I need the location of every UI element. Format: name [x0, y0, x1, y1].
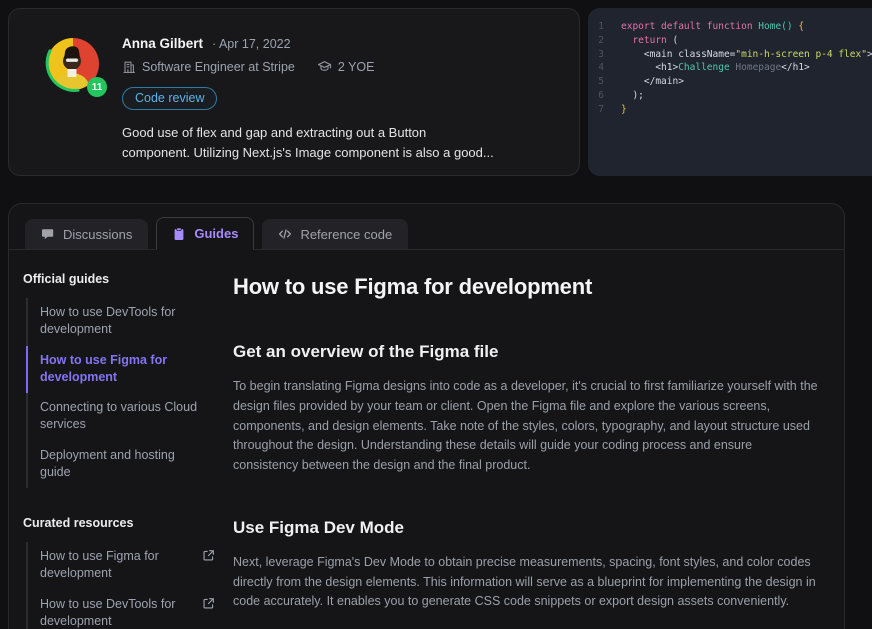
sidebar-list: How to use Figma for development How to … — [26, 542, 215, 629]
guide-link-label: How to use DevTools for development — [40, 304, 198, 339]
guide-link-label: How to use Figma for development — [40, 352, 198, 387]
tab-bar: Discussions Guides Reference code — [9, 204, 844, 250]
sidebar-list: How to use DevTools for development How … — [26, 298, 215, 488]
code-text: export default function Home() { — [621, 20, 804, 34]
comment-body: Good use of flex and gap and extracting … — [122, 123, 559, 163]
code-line: 5 </main> — [588, 75, 864, 89]
tab-label: Discussions — [63, 227, 132, 242]
line-number: 6 — [588, 89, 604, 103]
author-name[interactable]: Anna Gilbert — [122, 36, 203, 51]
code-review-tag[interactable]: Code review — [122, 87, 217, 110]
guide-link-deployment-and-hosting-guide[interactable]: Deployment and hosting guide — [26, 441, 215, 489]
guide-link-connecting-to-various-cloud-services[interactable]: Connecting to various Cloud services — [26, 393, 215, 441]
code-line: 2 return ( — [588, 34, 864, 48]
guide-link-how-to-use-devtools-for-development[interactable]: How to use DevTools for development — [26, 590, 215, 629]
guide-link-how-to-use-figma-for-development[interactable]: How to use Figma for development — [26, 346, 215, 394]
article: How to use Figma for development Get an … — [215, 272, 820, 629]
tab-label: Reference code — [300, 227, 392, 242]
chat-icon — [41, 227, 55, 241]
section-body: To begin translating Figma designs into … — [233, 377, 820, 476]
line-number: 5 — [588, 75, 604, 89]
code-text: return ( — [621, 34, 678, 48]
code-icon — [278, 227, 292, 241]
sidebar-section: Official guides How to use DevTools for … — [23, 272, 215, 488]
sidebar-section: Curated resources How to use Figma for d… — [23, 516, 215, 629]
sidebar-section-heading: Curated resources — [23, 516, 215, 530]
tab-reference-code[interactable]: Reference code — [262, 219, 408, 249]
code-line: 4 <h1>Challenge Homepage</h1> — [588, 61, 864, 75]
sidebar-section-heading: Official guides — [23, 272, 215, 286]
author-role: Software Engineer at Stripe — [142, 60, 295, 74]
comment-card: 11 Anna Gilbert · Apr 17, 2022 Software … — [8, 8, 580, 176]
external-link-icon — [202, 597, 215, 629]
article-section: Get an overview of the Figma file To beg… — [233, 342, 820, 476]
article-section: Use Figma Dev Mode Next, leverage Figma'… — [233, 518, 820, 612]
guide-link-label: Connecting to various Cloud services — [40, 399, 198, 434]
guide-link-how-to-use-figma-for-development[interactable]: How to use Figma for development — [26, 542, 215, 590]
guide-link-label: How to use DevTools for development — [40, 596, 194, 629]
line-number: 7 — [588, 103, 604, 117]
code-text: <main className="min-h-screen p-4 flex"> — [621, 48, 872, 62]
code-line: 7 } — [588, 103, 864, 117]
external-link-icon — [202, 549, 215, 583]
tab-guides[interactable]: Guides — [156, 217, 254, 250]
code-line: 6 ); — [588, 89, 864, 103]
section-heading: Get an overview of the Figma file — [233, 342, 820, 362]
code-line: 3 <main className="min-h-screen p-4 flex… — [588, 48, 864, 62]
guides-sidebar: Official guides How to use DevTools for … — [23, 272, 215, 629]
graduation-cap-icon — [317, 59, 332, 74]
comment-date: · Apr 17, 2022 — [212, 37, 291, 51]
guide-link-label: Deployment and hosting guide — [40, 447, 198, 482]
section-heading: Use Figma Dev Mode — [233, 518, 820, 538]
author-experience: 2 YOE — [338, 60, 375, 74]
building-icon — [122, 60, 136, 74]
reputation-badge: 11 — [87, 77, 107, 97]
app-screen: 11 Anna Gilbert · Apr 17, 2022 Software … — [0, 0, 872, 629]
clipboard-icon — [172, 227, 186, 241]
code-editor-panel: 1 export default function Home() { 2 ret… — [588, 8, 872, 176]
code-text: </main> — [621, 75, 684, 89]
article-title: How to use Figma for development — [233, 274, 820, 300]
code-line: 1 export default function Home() { — [588, 20, 864, 34]
code-text: } — [621, 103, 627, 117]
line-number: 2 — [588, 34, 604, 48]
line-number: 1 — [588, 20, 604, 34]
line-number: 4 — [588, 61, 604, 75]
line-number: 3 — [588, 48, 604, 62]
tab-label: Guides — [194, 226, 238, 241]
code-lines: 1 export default function Home() { 2 ret… — [588, 20, 864, 117]
avatar[interactable]: 11 — [43, 35, 103, 95]
guide-link-label: How to use Figma for development — [40, 548, 194, 583]
tab-discussions[interactable]: Discussions — [25, 219, 148, 249]
guide-link-how-to-use-devtools-for-development[interactable]: How to use DevTools for development — [26, 298, 215, 346]
code-text: ); — [621, 89, 644, 103]
code-text: <h1>Challenge Homepage</h1> — [621, 61, 810, 75]
guides-panel: Discussions Guides Reference code Offici… — [8, 203, 845, 629]
section-body: Next, leverage Figma's Dev Mode to obtai… — [233, 553, 820, 612]
